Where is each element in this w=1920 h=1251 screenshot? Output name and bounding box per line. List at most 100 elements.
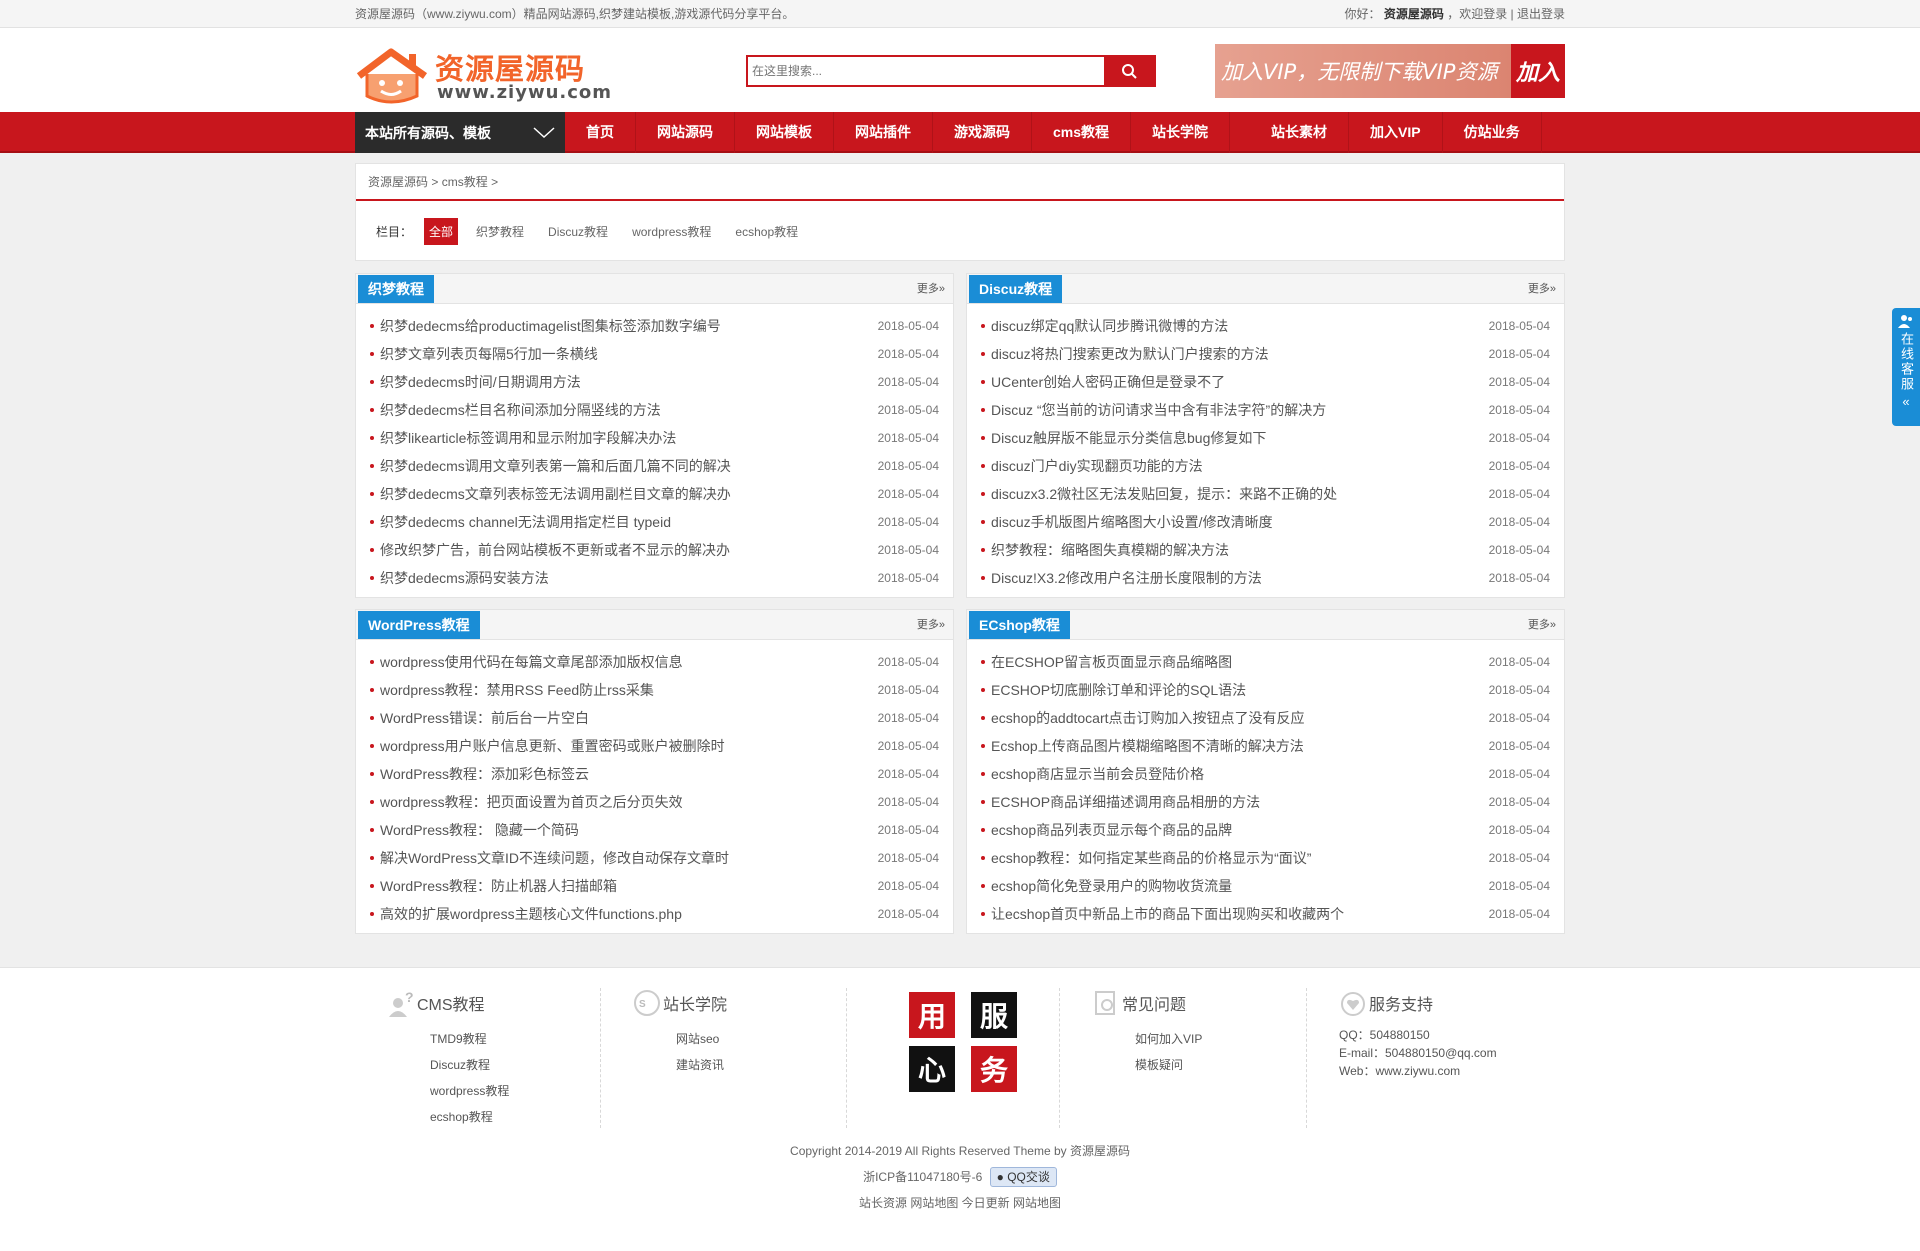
all-categories-menu[interactable]: 本站所有源码、模板 — [355, 112, 565, 153]
article-title-link[interactable]: 织梦likearticle标签调用和显示附加字段解决办法 — [370, 424, 676, 452]
article-title-link[interactable]: WordPress教程：防止机器人扫描邮箱 — [370, 872, 617, 900]
search-input[interactable] — [748, 57, 1104, 85]
article-title-link[interactable]: wordpress使用代码在每篇文章尾部添加版权信息 — [370, 648, 683, 676]
footer-link[interactable]: 如何加入VIP — [1135, 1032, 1202, 1046]
online-service-tab[interactable]: 在线客服 « — [1892, 308, 1920, 426]
article-title-link[interactable]: wordpress教程：把页面设置为首页之后分页失效 — [370, 788, 683, 816]
list-item: Discuz触屏版不能显示分类信息bug修复如下 2018-05-04 — [981, 424, 1550, 452]
nav-item-webmaster-assets[interactable]: 站长素材 — [1250, 112, 1350, 153]
vip-banner-text: 加入VIP，无限制下载VIP资源 — [1221, 60, 1498, 84]
list-item: wordpress使用代码在每篇文章尾部添加版权信息 2018-05-04 — [370, 648, 939, 676]
article-title-link[interactable]: 在ECSHOP留言板页面显示商品缩略图 — [981, 648, 1232, 676]
article-title-link[interactable]: Discuz触屏版不能显示分类信息bug修复如下 — [981, 424, 1266, 452]
article-title-link[interactable]: ecshop商品列表页显示每个商品的品牌 — [981, 816, 1232, 844]
article-title-link[interactable]: ECSHOP切底删除订单和评论的SQL语法 — [981, 676, 1246, 704]
filter-wordpress[interactable]: wordpress教程 — [632, 223, 711, 240]
article-title-link[interactable]: 织梦文章列表页每隔5行加一条横线 — [370, 340, 598, 368]
article-title-link[interactable]: 让ecshop首页中新品上市的商品下面出现购买和收藏两个 — [981, 900, 1344, 928]
article-title-link[interactable]: WordPress教程：添加彩色标签云 — [370, 760, 589, 788]
article-title-link[interactable]: discuz绑定qq默认同步腾讯微博的方法 — [981, 312, 1228, 340]
article-title-link[interactable]: WordPress错误：前后台一片空白 — [370, 704, 589, 732]
vip-join-button[interactable]: 加入 — [1511, 44, 1565, 98]
panel-more-link[interactable]: 更多» — [917, 611, 953, 639]
breadcrumb-home[interactable]: 资源屋源码 — [368, 175, 428, 189]
panel-more-link[interactable]: 更多» — [1528, 611, 1564, 639]
footer-link[interactable]: wordpress教程 — [430, 1084, 509, 1098]
nav-item-site-source[interactable]: 网站源码 — [636, 112, 735, 153]
article-title-link[interactable]: 解决WordPress文章ID不连续问题，修改自动保存文章时 — [370, 844, 729, 872]
footer-link[interactable]: ecshop教程 — [430, 1110, 493, 1124]
article-title-link[interactable]: 织梦dedecms栏目名称间添加分隔竖线的方法 — [370, 396, 661, 424]
list-item: discuz绑定qq默认同步腾讯微博的方法 2018-05-04 — [981, 312, 1550, 340]
article-title-link[interactable]: 织梦dedecms源码安装方法 — [370, 564, 549, 592]
breadcrumb-sep: > — [431, 175, 439, 189]
article-title-link[interactable]: 织梦教程：缩略图失真模糊的解决方法 — [981, 536, 1229, 564]
list-item: discuzx3.2微社区无法发贴回复，提示：来路不正确的处 2018-05-04 — [981, 480, 1550, 508]
article-title-link[interactable]: discuz门户diy实现翻页功能的方法 — [981, 452, 1203, 480]
article-title-link[interactable]: wordpress用户账户信息更新、重置密码或账户被删除时 — [370, 732, 725, 760]
footer-link[interactable]: 建站资讯 — [676, 1058, 724, 1072]
panel-title[interactable]: ECshop教程 — [969, 611, 1070, 639]
article-title-link[interactable]: discuzx3.2微社区无法发贴回复，提示：来路不正确的处 — [981, 480, 1337, 508]
footer-link[interactable]: Discuz教程 — [430, 1058, 490, 1072]
list-item: wordpress用户账户信息更新、重置密码或账户被删除时 2018-05-04 — [370, 732, 939, 760]
panel-title[interactable]: WordPress教程 — [358, 611, 480, 639]
footer-link[interactable]: 网站seo — [676, 1032, 719, 1046]
article-title-link[interactable]: ecshop教程：如何指定某些商品的价格显示为“面议” — [981, 844, 1311, 872]
nav-item-site-template[interactable]: 网站模板 — [735, 112, 834, 153]
footer-support-column: 服务支持 QQ：504880150 E-mail：504880150@qq.co… — [1307, 988, 1553, 1138]
search-button[interactable] — [1104, 57, 1154, 85]
article-title-link[interactable]: Ecshop上传商品图片模糊缩略图不清晰的解决方法 — [981, 732, 1304, 760]
user-name-link[interactable]: 资源屋源码 — [1384, 7, 1444, 21]
breadcrumb-current[interactable]: cms教程 — [442, 175, 488, 189]
logout-link[interactable]: 退出登录 — [1517, 7, 1565, 21]
article-title-link[interactable]: ECSHOP商品详细描述调用商品相册的方法 — [981, 788, 1260, 816]
article-title-link[interactable]: 织梦dedecms文章列表标签无法调用副栏目文章的解决办 — [370, 480, 731, 508]
article-title-link[interactable]: WordPress教程： 隐藏一个简码 — [370, 816, 579, 844]
article-title-link[interactable]: ecshop商店显示当前会员登陆价格 — [981, 760, 1204, 788]
article-title-link[interactable]: wordpress教程：禁用RSS Feed防止rss采集 — [370, 676, 654, 704]
qq-chat-button[interactable]: ● QQ交谈 — [989, 1167, 1057, 1187]
article-title-link[interactable]: ecshop简化免登录用户的购物收货流量 — [981, 872, 1232, 900]
bottom-links[interactable]: 站长资源 网站地图 今日更新 网站地图 — [355, 1190, 1565, 1216]
site-logo[interactable]: 资源屋源码 www.ziywu.com — [355, 46, 611, 106]
footer-link[interactable]: TMD9教程 — [430, 1032, 487, 1046]
article-title-link[interactable]: 织梦dedecms时间/日期调用方法 — [370, 368, 581, 396]
logo-url: www.ziywu.com — [437, 82, 613, 103]
panel-title[interactable]: 织梦教程 — [358, 275, 434, 303]
article-title-link[interactable]: 修改织梦广告，前台网站模板不更新或者不显示的解决办 — [370, 536, 730, 564]
article-title-link[interactable]: Discuz “您当前的访问请求当中含有非法字符”的解决方 — [981, 396, 1326, 424]
nav-item-cms-tutorial[interactable]: cms教程 — [1032, 112, 1132, 153]
filter-discuz[interactable]: Discuz教程 — [548, 223, 608, 240]
panel-more-link[interactable]: 更多» — [917, 275, 953, 303]
panel-more-link[interactable]: 更多» — [1528, 275, 1564, 303]
filter-dede[interactable]: 织梦教程 — [476, 223, 524, 240]
article-date: 2018-05-04 — [877, 459, 939, 473]
qq-icon: ● — [996, 1170, 1004, 1184]
article-date: 2018-05-04 — [877, 907, 939, 921]
nav-item-webmaster-school[interactable]: 站长学院 — [1131, 112, 1231, 153]
nav-item-join-vip[interactable]: 加入VIP — [1349, 112, 1443, 153]
article-list: 在ECSHOP留言板页面显示商品缩略图 2018-05-04 ECSHOP切底删除订… — [967, 640, 1564, 928]
article-title-link[interactable]: discuz手机版图片缩略图大小设置/修改清晰度 — [981, 508, 1273, 536]
article-title-link[interactable]: discuz将热门搜索更改为默认门户搜索的方法 — [981, 340, 1269, 368]
article-title-link[interactable]: UCenter创始人密码正确但是登录不了 — [981, 368, 1225, 396]
article-title-link[interactable]: ecshop的addtocart点击订购加入按钮点了没有反应 — [981, 704, 1305, 732]
list-item: WordPress错误：前后台一片空白 2018-05-04 — [370, 704, 939, 732]
nav-item-game-source[interactable]: 游戏源码 — [933, 112, 1032, 153]
list-item: 织梦likearticle标签调用和显示附加字段解决办法 2018-05-04 — [370, 424, 939, 452]
nav-item-home[interactable]: 首页 — [565, 112, 636, 153]
footer-link[interactable]: 模板疑问 — [1135, 1058, 1183, 1072]
filter-all[interactable]: 全部 — [424, 218, 459, 245]
filter-ecshop[interactable]: ecshop教程 — [735, 223, 798, 240]
article-title-link[interactable]: 织梦dedecms channel无法调用指定栏目 typeid — [370, 508, 671, 536]
article-title-link[interactable]: 织梦dedecms调用文章列表第一篇和后面几篇不同的解决 — [370, 452, 731, 480]
article-title-link[interactable]: 高效的扩展wordpress主题核心文件functions.php — [370, 900, 682, 928]
article-title-link[interactable]: 织梦dedecms给productimagelist图集标签添加数字编号 — [370, 312, 721, 340]
panel-title[interactable]: Discuz教程 — [969, 275, 1063, 303]
article-title-link[interactable]: Discuz!X3.2修改用户名注册长度限制的方法 — [981, 564, 1262, 592]
nav-item-clone-service[interactable]: 仿站业务 — [1443, 112, 1542, 153]
nav-item-site-plugin[interactable]: 网站插件 — [834, 112, 933, 153]
vip-banner[interactable]: 加入VIP，无限制下载VIP资源 加入 — [1215, 44, 1565, 98]
article-date: 2018-05-04 — [877, 347, 939, 361]
